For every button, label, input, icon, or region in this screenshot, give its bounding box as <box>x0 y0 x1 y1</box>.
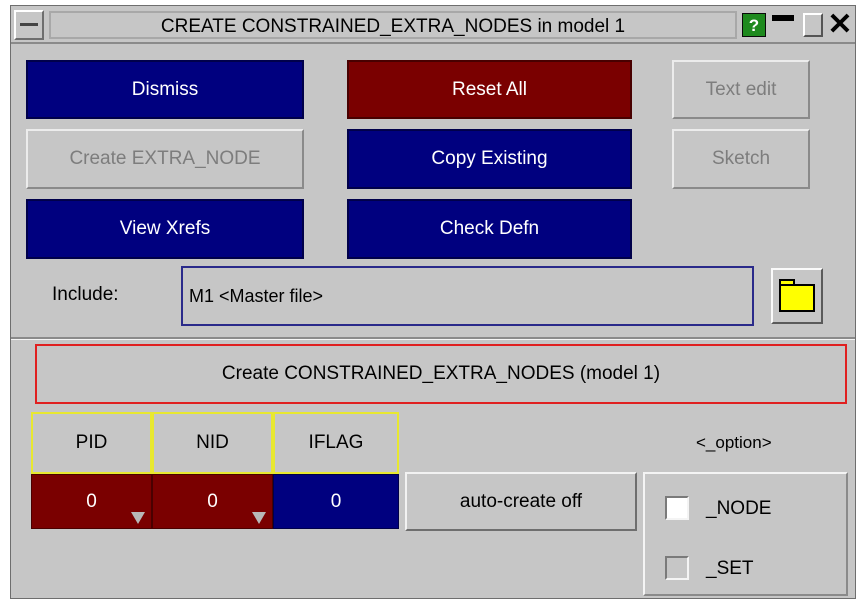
pid-value: 0 <box>86 490 97 512</box>
folder-icon <box>779 284 815 312</box>
maximize-button[interactable] <box>799 10 827 40</box>
pid-header: PID <box>31 412 152 474</box>
help-button[interactable]: ? <box>742 13 766 37</box>
dropdown-triangle-icon[interactable] <box>252 512 266 524</box>
dialog-window: CREATE CONSTRAINED_EXTRA_NODES in model … <box>10 5 856 599</box>
node-option-label: _NODE <box>706 498 772 519</box>
dropdown-triangle-icon[interactable] <box>131 512 145 524</box>
minimize-button[interactable] <box>769 10 797 40</box>
copy-existing-button[interactable]: Copy Existing <box>347 129 632 189</box>
reset-all-button[interactable]: Reset All <box>347 60 632 119</box>
system-menu-button[interactable] <box>14 10 44 40</box>
title-bar[interactable]: CREATE CONSTRAINED_EXTRA_NODES in model … <box>11 6 855 44</box>
include-label: Include: <box>52 284 119 305</box>
node-checkbox[interactable] <box>665 496 689 520</box>
pid-field[interactable]: 0 <box>31 474 152 529</box>
view-xrefs-button[interactable]: View Xrefs <box>26 199 304 259</box>
text-edit-button[interactable]: Text edit <box>672 60 810 119</box>
include-file-field[interactable]: M1 <Master file> <box>181 266 754 326</box>
set-option-label: _SET <box>706 558 754 579</box>
folder-button[interactable] <box>771 268 823 324</box>
section-divider <box>11 337 855 340</box>
close-button[interactable]: ✕ <box>826 10 854 40</box>
create-banner: Create CONSTRAINED_EXTRA_NODES (model 1) <box>35 344 847 404</box>
dismiss-button[interactable]: Dismiss <box>26 60 304 119</box>
set-checkbox[interactable] <box>665 556 689 580</box>
nid-header: NID <box>152 412 273 474</box>
sketch-button[interactable]: Sketch <box>672 129 810 189</box>
create-extra-node-button[interactable]: Create EXTRA_NODE <box>26 129 304 189</box>
window-title: CREATE CONSTRAINED_EXTRA_NODES in model … <box>49 11 737 39</box>
iflag-value: 0 <box>330 490 342 512</box>
nid-field[interactable]: 0 <box>152 474 273 529</box>
option-group: _NODE _SET <box>643 472 848 596</box>
nid-value: 0 <box>207 490 218 512</box>
auto-create-button[interactable]: auto-create off <box>405 472 637 531</box>
iflag-header: IFLAG <box>273 412 399 474</box>
check-defn-button[interactable]: Check Defn <box>347 199 632 259</box>
option-label: <_option> <box>696 433 772 452</box>
iflag-field[interactable]: 0 <box>273 474 399 529</box>
